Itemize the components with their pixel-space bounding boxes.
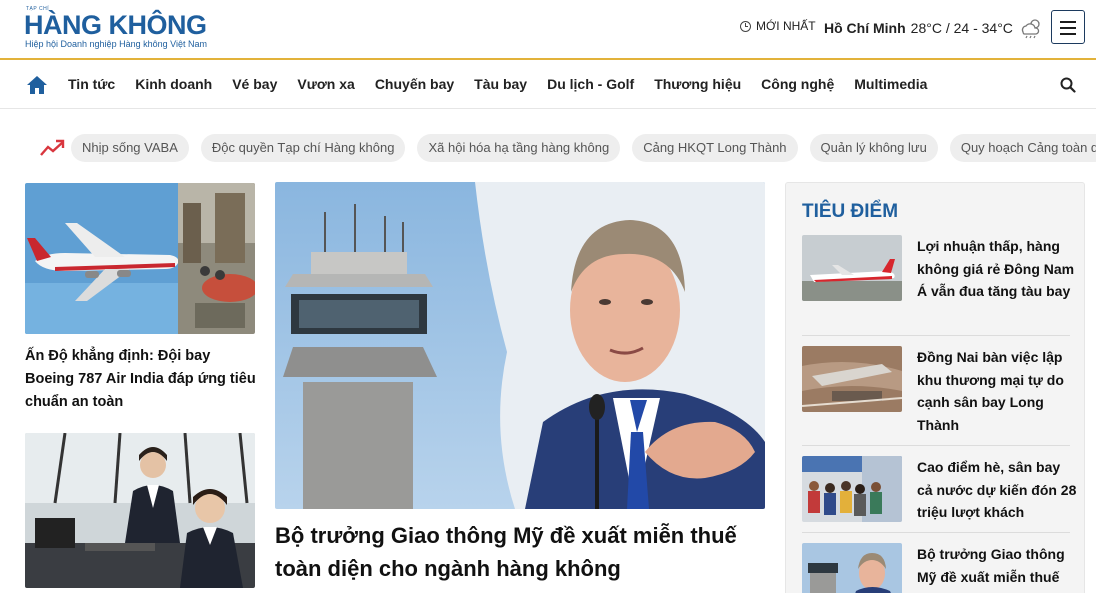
- trending-tag[interactable]: Quy hoạch Cảng toàn q: [949, 134, 1096, 162]
- focus-item[interactable]: Đồng Nai bàn việc lập khu thương mại tự …: [802, 346, 1070, 433]
- trending-tag[interactable]: Xã hội hóa hạ tầng hàng không: [417, 134, 621, 162]
- focus-item-title: Đồng Nai bàn việc lập khu thương mại tự …: [917, 349, 1064, 433]
- nav-item[interactable]: Thương hiệu: [654, 76, 741, 92]
- top-header: TẠP CHÍ HÀNG KHÔNG Hiệp hội Doanh nghiệp…: [0, 0, 1096, 60]
- trending-tag[interactable]: Cảng HKQT Long Thành: [632, 134, 798, 162]
- latest-news-link[interactable]: MỚI NHẤT: [740, 19, 816, 33]
- latest-label: MỚI NHẤT: [756, 19, 816, 33]
- story-atc-image[interactable]: [25, 433, 255, 588]
- site-logo[interactable]: TẠP CHÍ HÀNG KHÔNG Hiệp hội Doanh nghiệp…: [24, 6, 224, 54]
- nav-menu: Tin tức Kinh doanh Vé bay Vươn xa Chuyến bay…: [68, 76, 927, 92]
- logo-title: HÀNG KHÔNG: [24, 10, 207, 40]
- nav-item[interactable]: Kinh doanh: [135, 76, 212, 92]
- menu-line-icon: [1060, 33, 1076, 35]
- cloud-rain-icon: [1021, 19, 1040, 39]
- nav-item[interactable]: Tàu bay: [474, 76, 527, 92]
- focus-item-title: Bộ trưởng Giao thông Mỹ đề xuất miễn thu…: [917, 546, 1065, 585]
- focus-item[interactable]: Bộ trưởng Giao thông Mỹ đề xuất miễn thu…: [802, 543, 1070, 593]
- story-air-india-image[interactable]: [25, 183, 255, 334]
- trending-tag[interactable]: Nhịp sống VABA: [71, 134, 189, 162]
- nav-item[interactable]: Công nghệ: [761, 76, 834, 92]
- focus-item[interactable]: Lợi nhuận thấp, hàng không giá rẻ Đông N…: [802, 235, 1074, 305]
- featured-story-image[interactable]: [275, 182, 765, 509]
- nav-item[interactable]: Tin tức: [68, 76, 115, 92]
- nav-item[interactable]: Vé bay: [232, 76, 277, 92]
- focus-divider: [802, 445, 1070, 446]
- home-icon[interactable]: [26, 74, 48, 96]
- focus-thumb-airport: [802, 346, 902, 412]
- nav-item[interactable]: Du lịch - Golf: [547, 76, 634, 92]
- focus-thumb-minister: [802, 543, 902, 593]
- nav-item[interactable]: Chuyến bay: [375, 76, 454, 92]
- trending-icon: [40, 139, 65, 156]
- menu-line-icon: [1060, 21, 1076, 23]
- focus-divider: [802, 335, 1070, 336]
- air-india-photo: [25, 183, 255, 334]
- clock-icon: [740, 20, 751, 32]
- hamburger-menu-button[interactable]: [1051, 10, 1085, 44]
- search-icon[interactable]: [1060, 77, 1076, 93]
- trending-tags: Nhịp sống VABA Độc quyền Tạp chí Hàng khô…: [71, 134, 1096, 162]
- focus-item-title: Lợi nhuận thấp, hàng không giá rẻ Đông N…: [917, 238, 1075, 299]
- nav-item[interactable]: Multimedia: [854, 76, 927, 92]
- main-nav: Tin tức Kinh doanh Vé bay Vươn xa Chuyến bay…: [0, 62, 1096, 109]
- focus-item-title: Cao điểm hè, sân bay cả nước dự kiến đón…: [917, 459, 1077, 520]
- trending-tag[interactable]: Quản lý không lưu: [809, 134, 938, 162]
- weather-city: Hồ Chí Minh: [824, 20, 906, 36]
- focus-panel: TIÊU ĐIỂM Lợi nhuận thấp, hàng không giá…: [785, 182, 1085, 593]
- air-traffic-controllers-photo: [25, 433, 255, 588]
- weather-widget: Hồ Chí Minh 28°C / 24 - 34°C: [824, 17, 1044, 39]
- nav-item[interactable]: Vươn xa: [297, 76, 354, 92]
- story-air-india-title[interactable]: Ấn Độ khẳng định: Đội bay Boeing 787 Air…: [25, 345, 257, 414]
- focus-thumb-vietjet: [802, 235, 902, 301]
- focus-item[interactable]: Cao điểm hè, sân bay cả nước dự kiến đón…: [802, 456, 1076, 526]
- logo-subtitle: Hiệp hội Doanh nghiệp Hàng không Việt Na…: [25, 39, 207, 49]
- featured-photo: [275, 182, 765, 509]
- weather-temp: 28°C / 24 - 34°C: [910, 20, 1013, 36]
- menu-line-icon: [1060, 27, 1076, 29]
- focus-heading: TIÊU ĐIỂM: [802, 201, 899, 222]
- trending-tag[interactable]: Độc quyền Tạp chí Hàng không: [200, 134, 406, 162]
- featured-story-title[interactable]: Bộ trưởng Giao thông Mỹ đề xuất miễn thu…: [275, 519, 765, 585]
- focus-divider: [802, 532, 1070, 533]
- focus-thumb-crowd: [802, 456, 902, 522]
